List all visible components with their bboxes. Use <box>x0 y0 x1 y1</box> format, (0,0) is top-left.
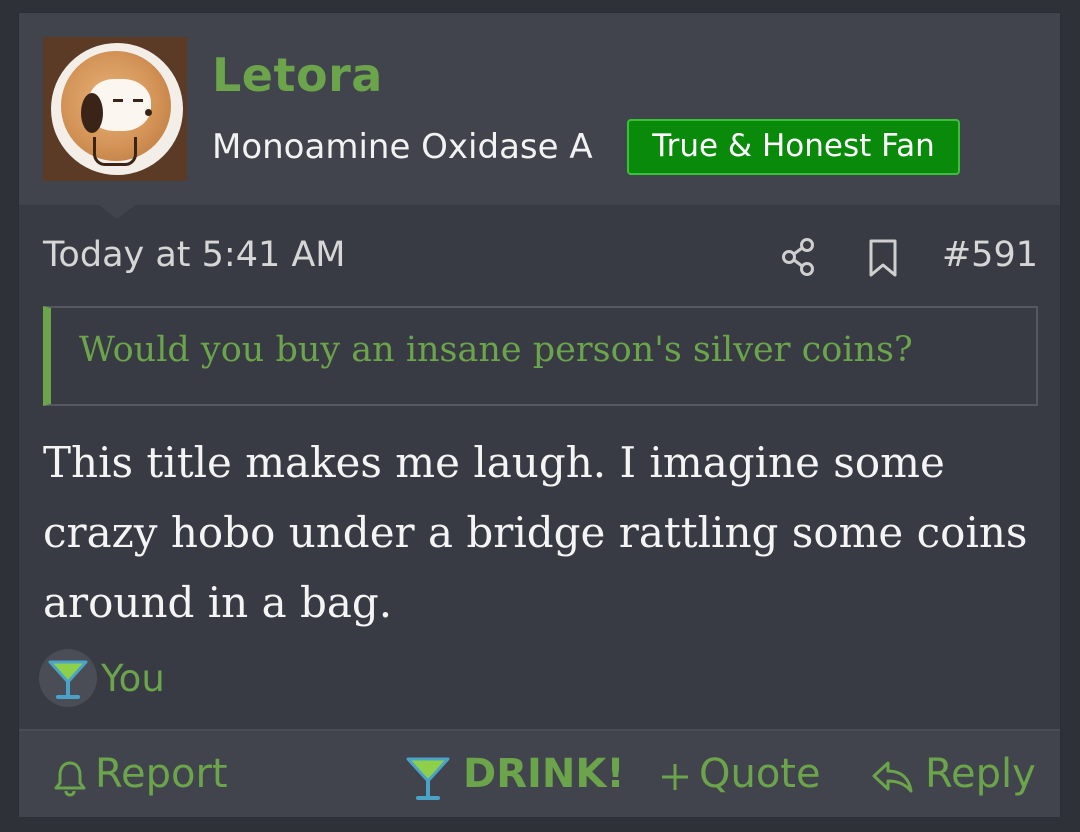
cocktail-icon <box>39 649 97 707</box>
post-meta: Today at 5:41 AM #591 <box>43 235 1038 279</box>
report-label: Report <box>95 751 228 797</box>
plus-icon <box>662 764 688 790</box>
post-number[interactable]: #591 <box>942 235 1038 275</box>
quote-button[interactable]: Quote <box>659 751 829 799</box>
avatar-dog-nose <box>145 109 152 116</box>
reply-button[interactable]: Reply <box>871 751 1041 799</box>
avatar-dog-body <box>93 137 137 166</box>
bell-icon <box>54 761 86 797</box>
reply-arrow-icon <box>872 761 913 793</box>
drink-button[interactable]: DRINK! <box>403 751 633 800</box>
avatar-dog-eye <box>133 99 143 102</box>
post-timestamp[interactable]: Today at 5:41 AM <box>43 235 346 275</box>
reaction-user[interactable]: You <box>101 657 165 700</box>
header-pointer <box>99 205 135 219</box>
quote-text: Would you buy an insane person's silver … <box>79 330 913 370</box>
report-button[interactable]: Report <box>53 751 243 799</box>
reply-label: Reply <box>925 751 1036 797</box>
forum-post-card: Letora Monoamine Oxidase A True & Honest… <box>18 12 1061 817</box>
user-title: Monoamine Oxidase A <box>212 127 593 167</box>
avatar[interactable] <box>43 37 187 181</box>
user-badge: True & Honest Fan <box>627 119 960 175</box>
cocktail-icon <box>406 757 450 800</box>
drink-label: DRINK! <box>463 751 625 797</box>
avatar-dog-ear <box>81 93 103 133</box>
post-header: Letora Monoamine Oxidase A True & Honest… <box>19 13 1060 205</box>
avatar-dog-eye <box>113 99 123 102</box>
post-body: This title makes me laugh. I imagine som… <box>43 438 1028 627</box>
share-icon[interactable] <box>779 235 819 279</box>
bookmark-icon[interactable] <box>865 237 901 279</box>
post-actions: Report DRINK! Quote Reply <box>19 731 1060 817</box>
username[interactable]: Letora <box>212 48 383 102</box>
quote-label: Quote <box>699 751 821 797</box>
quoted-thread-title[interactable]: Would you buy an insane person's silver … <box>43 306 1038 406</box>
